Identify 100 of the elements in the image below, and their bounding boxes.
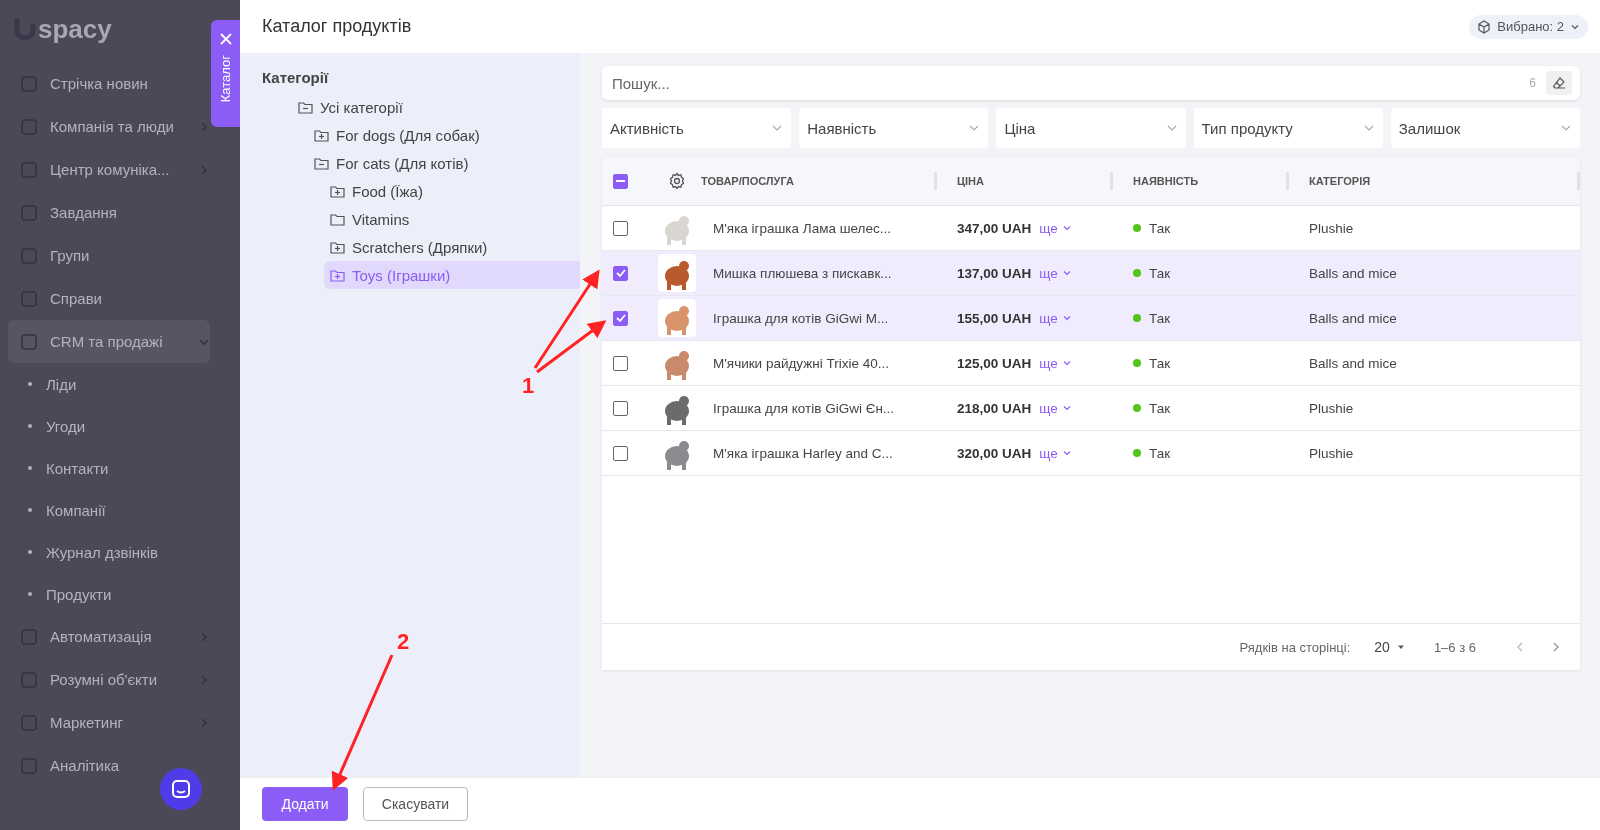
column-header[interactable]: КАТЕГОРІЯ [1289,172,1580,190]
availability: Так [1149,355,1171,371]
table-row[interactable]: Мишка плюшева з пискавк... 137,00 UAH ще Так Balls and mice [602,251,1580,296]
square-icon [20,332,38,351]
price: 155,00 UAH [957,310,1032,326]
price: 125,00 UAH [957,355,1032,371]
folder-minus-icon [314,156,329,170]
folder-minus-icon [298,100,313,114]
category-item[interactable]: For dogs (Для собак) [308,121,490,149]
add-button[interactable]: Додати [262,787,348,821]
annotation-number: 2 [397,631,410,653]
modal-title: Каталог продуктів [262,16,412,37]
nav-item[interactable]: Маркетинг [14,701,210,744]
square-icon [20,246,38,265]
table-row[interactable]: Іграшка для котів GiGwi M... 155,00 UAH ще Так Balls and mice [602,296,1580,341]
settings-icon[interactable] [668,172,686,190]
nav-item[interactable]: Справи [14,277,210,320]
category-cell-text: Plushie [1308,400,1355,416]
more-link[interactable]: ще [1039,355,1072,371]
nav-item[interactable]: Групи [14,234,210,277]
nav-subitem[interactable]: Журнал дзвінків [14,531,240,573]
nav-item[interactable]: Аналітика [14,744,210,787]
category-item[interactable]: Scratchers (Дряпки) [324,233,498,261]
table-row[interactable]: М'ячики райдужні Trixie 40... 125,00 UAH ще Так Balls and mice [602,341,1580,386]
logo: spacy [38,13,112,45]
nav-subitem[interactable]: Компанії [14,489,240,531]
availability: Так [1149,220,1171,236]
close-icon [219,33,232,45]
nav-subitem[interactable]: Угоди [14,405,240,447]
filter-dropdown[interactable]: Тип продукту [1193,108,1383,148]
filter-dropdown[interactable]: Ціна [996,108,1186,148]
cancel-button[interactable]: Скасувати [363,787,468,821]
row-checkbox[interactable] [613,445,628,461]
category-item[interactable]: Усі категорії [292,93,413,121]
nav-subitem[interactable]: Контакти [14,447,240,489]
filter-dropdown[interactable]: Активність [602,108,792,148]
price: 137,00 UAH [957,265,1032,281]
row-checkbox[interactable] [613,400,628,416]
chat-icon [171,779,191,799]
nav-item[interactable]: Центр комуніка... [14,148,210,191]
table-row[interactable]: Іграшка для котів GiGwi Єн... 218,00 UAH ще Так Plushie [602,386,1580,431]
more-link[interactable]: ще [1039,310,1072,326]
category-item[interactable]: For cats (Для котів) [308,149,479,177]
selected-dropdown[interactable]: Вибрано: 2 [1469,14,1588,39]
more-link[interactable]: ще [1039,445,1072,461]
square-icon [20,627,38,646]
availability: Так [1149,400,1171,416]
result-count: 6 [1529,76,1536,90]
row-checkbox[interactable] [613,220,628,236]
select-all-checkbox[interactable] [613,173,628,189]
chevron-down-icon [1061,313,1072,323]
nav-subitem[interactable]: Продукти [14,573,240,615]
category-item[interactable]: Vitamins [324,205,420,233]
price: 320,00 UAH [957,445,1032,461]
clear-button[interactable] [1546,71,1572,95]
more-link[interactable]: ще [1039,400,1072,416]
product-name: М'ячики райдужні Trixie 40... [712,355,890,371]
annotation-number: 1 [522,375,535,397]
more-link[interactable]: ще [1039,220,1072,236]
nav-item[interactable]: Компанія та люди [14,105,210,148]
square-icon [20,117,38,136]
row-checkbox[interactable] [613,355,628,371]
folder-plus-icon [330,268,345,282]
chat-button[interactable] [160,768,202,810]
filter-dropdown[interactable]: Залишок [1390,108,1580,148]
nav-item[interactable]: Стрічка новин [14,62,210,105]
search-field[interactable]: Пошук... 6 [602,66,1580,100]
square-icon [20,289,38,308]
column-header[interactable]: ТОВАР/ПОСЛУГА [701,172,937,190]
column-header[interactable]: ЦІНА [937,172,1113,190]
row-checkbox[interactable] [613,265,628,281]
category-item[interactable]: Food (Їжа) [324,177,433,205]
rows-per-page-select[interactable]: 20 [1368,638,1412,656]
eraser-icon [1552,76,1566,90]
nav-item[interactable]: Автоматизація [14,615,210,658]
product-name: Іграшка для котів GiGwi M... [712,310,890,326]
column-header[interactable]: НАЯВНІСТЬ [1113,172,1289,190]
product-name: М'яка іграшка Лама шелес... [712,220,892,236]
category-item[interactable]: Toys (Іграшки) [324,261,583,289]
box-icon [1477,19,1492,34]
chevron-down-icon [1061,268,1072,278]
filter-dropdown[interactable]: Наявність [799,108,989,148]
row-checkbox[interactable] [613,310,628,326]
search-input[interactable]: Пошук... [610,67,1530,99]
availability: Так [1149,445,1171,461]
chevron-right-icon [198,163,210,176]
catalog-tab[interactable]: Каталог [211,20,240,127]
chevron-right-icon [198,716,210,729]
category-cell-text: Balls and mice [1308,310,1398,326]
table-row[interactable]: М'яка іграшка Harley and C... 320,00 UAH ще Так Plushie [602,431,1580,476]
square-icon [20,160,38,179]
chevron-down-icon [1061,358,1072,368]
price: 218,00 UAH [957,400,1032,416]
nav-item[interactable]: CRM та продажі [8,320,210,363]
chevron-right-icon [198,630,210,643]
nav-item[interactable]: Завдання [14,191,210,234]
availability: Так [1149,310,1171,326]
more-link[interactable]: ще [1039,265,1072,281]
nav-subitem[interactable]: Ліди [14,363,240,405]
nav-item[interactable]: Розумні об'єкти [14,658,210,701]
